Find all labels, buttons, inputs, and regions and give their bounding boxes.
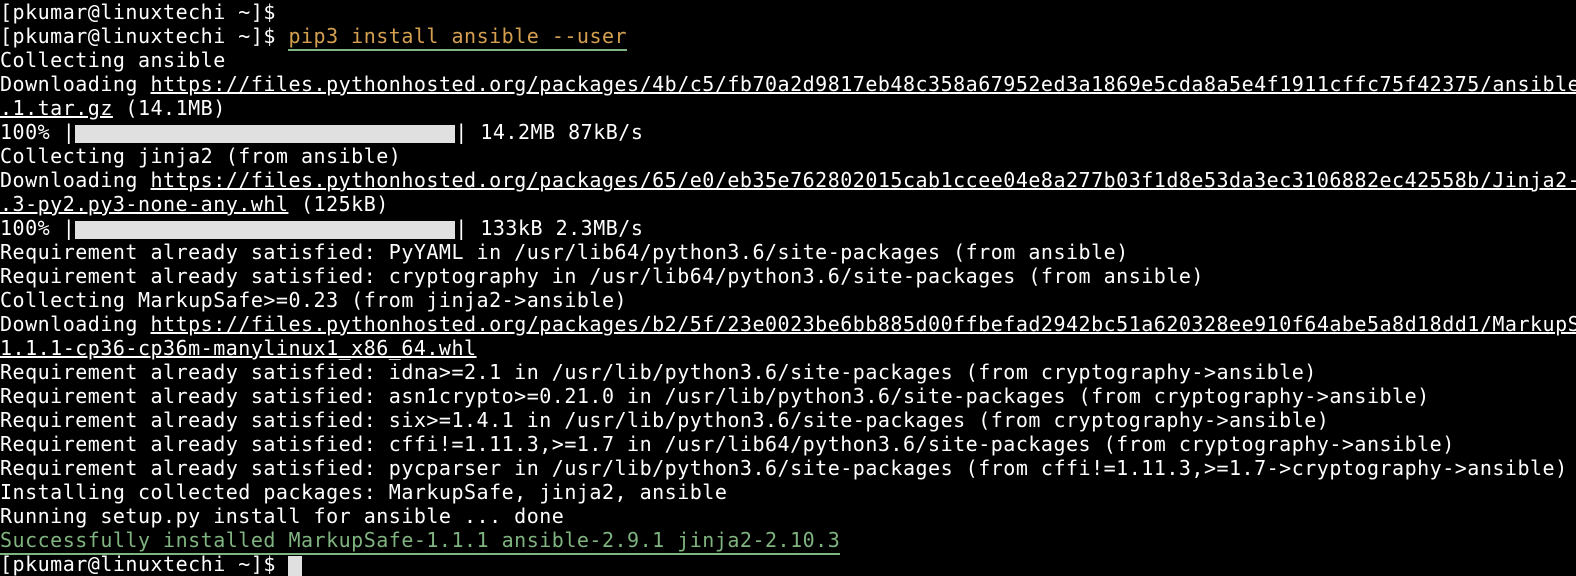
output-text: Collecting MarkupSafe>=0.23 (from jinja2… — [0, 288, 627, 312]
command-text: pip3 install ansible --user — [288, 24, 627, 51]
prompt-text: [pkumar@linuxtechi ~]$ — [0, 0, 276, 24]
output-text: Requirement already satisfied: idna>=2.1… — [0, 360, 1317, 384]
success-text: Successfully installed MarkupSafe-1.1.1 … — [0, 528, 840, 555]
progress-bar — [75, 125, 455, 143]
cursor — [288, 556, 302, 576]
download-url-cont: 1.1.1-cp36-cp36m-manylinux1_x86_64.whl — [0, 336, 477, 360]
terminal-line[interactable]: [pkumar@linuxtechi ~]$ — [0, 552, 1576, 576]
download-url-cont: .1.tar.gz — [0, 96, 113, 120]
output-text: Requirement already satisfied: PyYAML in… — [0, 240, 1129, 264]
download-url: https://files.pythonhosted.org/packages/… — [151, 168, 1576, 192]
output-text: Requirement already satisfied: cffi!=1.1… — [0, 432, 1455, 456]
progress-percent: 100% | — [0, 120, 75, 144]
output-text: Requirement already satisfied: cryptogra… — [0, 264, 1204, 288]
terminal-line: Requirement already satisfied: cffi!=1.1… — [0, 432, 1576, 456]
terminal-line: .1.tar.gz (14.1MB) — [0, 96, 1576, 120]
terminal-line: Installing collected packages: MarkupSaf… — [0, 480, 1576, 504]
progress-bar — [75, 221, 455, 239]
terminal-line: Requirement already satisfied: six>=1.4.… — [0, 408, 1576, 432]
output-text: Installing collected packages: MarkupSaf… — [0, 480, 727, 504]
output-text: Collecting ansible — [0, 48, 226, 72]
terminal-line: Downloading https://files.pythonhosted.o… — [0, 168, 1576, 192]
terminal-line: Running setup.py install for ansible ...… — [0, 504, 1576, 528]
output-text: Requirement already satisfied: asn1crypt… — [0, 384, 1430, 408]
output-text: Downloading — [0, 72, 151, 96]
output-text: Requirement already satisfied: pycparser… — [0, 456, 1568, 480]
download-url-cont: .3-py2.py3-none-any.whl — [0, 192, 288, 216]
terminal-line: Requirement already satisfied: idna>=2.1… — [0, 360, 1576, 384]
terminal-line: Requirement already satisfied: asn1crypt… — [0, 384, 1576, 408]
output-text: Running setup.py install for ansible ...… — [0, 504, 564, 528]
prompt-text: [pkumar@linuxtechi ~]$ — [0, 552, 288, 576]
terminal-line: Downloading https://files.pythonhosted.o… — [0, 312, 1576, 336]
terminal-line: Successfully installed MarkupSafe-1.1.1 … — [0, 528, 1576, 552]
progress-percent: 100% | — [0, 216, 75, 240]
terminal-line: Downloading https://files.pythonhosted.o… — [0, 72, 1576, 96]
download-url: https://files.pythonhosted.org/packages/… — [151, 312, 1576, 336]
terminal-line: Requirement already satisfied: cryptogra… — [0, 264, 1576, 288]
prompt-text: [pkumar@linuxtechi ~]$ — [0, 24, 288, 48]
terminal-line: Requirement already satisfied: PyYAML in… — [0, 240, 1576, 264]
output-text: Downloading — [0, 312, 151, 336]
output-text: Requirement already satisfied: six>=1.4.… — [0, 408, 1329, 432]
terminal-line: 1.1.1-cp36-cp36m-manylinux1_x86_64.whl — [0, 336, 1576, 360]
terminal-line: .3-py2.py3-none-any.whl (125kB) — [0, 192, 1576, 216]
terminal-line: Collecting jinja2 (from ansible) — [0, 144, 1576, 168]
terminal-line: 100% | | 133kB 2.3MB/s — [0, 216, 1576, 240]
output-text: Collecting jinja2 (from ansible) — [0, 144, 401, 168]
terminal-line: Collecting MarkupSafe>=0.23 (from jinja2… — [0, 288, 1576, 312]
output-text: (125kB) — [288, 192, 388, 216]
terminal-line: [pkumar@linuxtechi ~]$ pip3 install ansi… — [0, 24, 1576, 48]
output-text: (14.1MB) — [113, 96, 226, 120]
terminal-line: 100% | | 14.2MB 87kB/s — [0, 120, 1576, 144]
download-url: https://files.pythonhosted.org/packages/… — [151, 72, 1576, 96]
progress-info: | 133kB 2.3MB/s — [455, 216, 643, 240]
terminal-line: [pkumar@linuxtechi ~]$ — [0, 0, 1576, 24]
output-text: Downloading — [0, 168, 151, 192]
terminal-line: Requirement already satisfied: pycparser… — [0, 456, 1576, 480]
progress-info: | 14.2MB 87kB/s — [455, 120, 643, 144]
terminal-line: Collecting ansible — [0, 48, 1576, 72]
